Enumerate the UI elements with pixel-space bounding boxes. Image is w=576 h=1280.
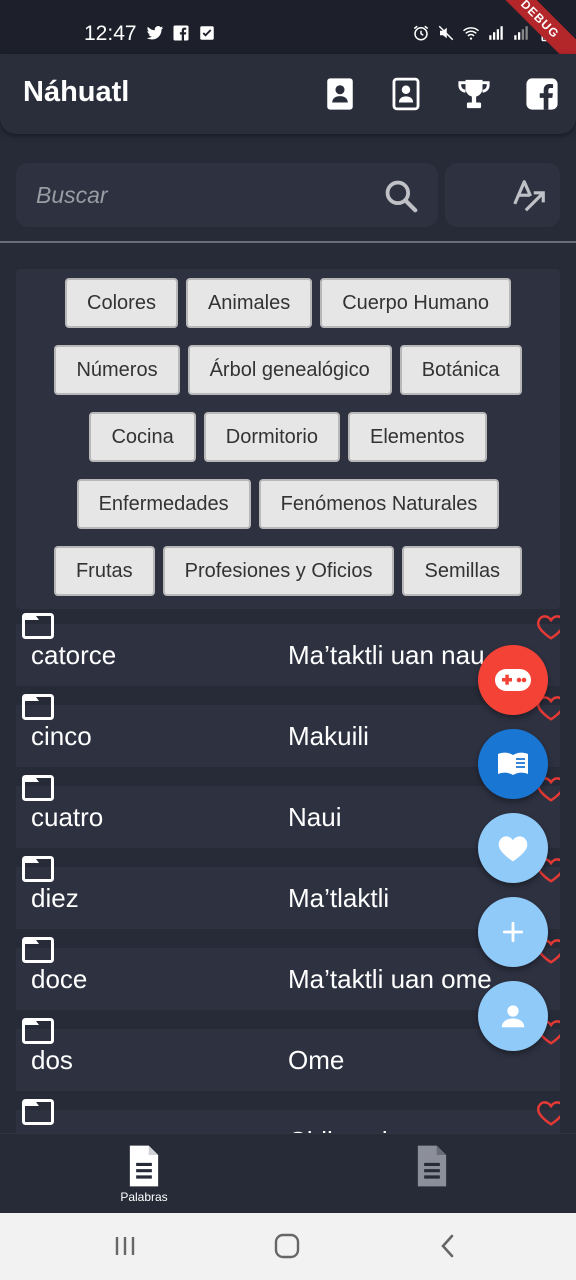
folder-icon[interactable]	[22, 694, 54, 720]
app-bar: Náhuatl	[0, 54, 576, 134]
book-icon	[498, 752, 528, 775]
category-chip[interactable]: Frutas	[53, 546, 155, 596]
category-chip[interactable]: Cuerpo Humano	[320, 278, 511, 328]
plus-icon	[502, 921, 524, 943]
profile-fab[interactable]	[478, 981, 548, 1051]
contacts-book-outline-button[interactable]	[386, 74, 426, 114]
folder-icon[interactable]	[22, 1018, 54, 1044]
list-item[interactable]: diez Ma’tlaktli	[16, 850, 560, 931]
category-row: Enfermedades Fenómenos Naturales	[16, 479, 560, 529]
favorites-fab[interactable]	[478, 813, 548, 883]
word-nahuatl: Makuili	[288, 721, 369, 751]
check-box-icon	[200, 26, 214, 40]
app-title: Náhuatl	[23, 76, 130, 108]
word-nahuatl: Ome	[288, 1045, 345, 1075]
twitter-icon	[146, 26, 164, 40]
nav-item-second[interactable]	[372, 1144, 492, 1210]
translate-button[interactable]	[445, 163, 560, 227]
recents-icon[interactable]	[112, 1233, 138, 1259]
folder-icon[interactable]	[22, 856, 54, 882]
category-panel: Colores Animales Cuerpo Humano Números Á…	[16, 269, 560, 609]
category-chip[interactable]: Enfermedades	[76, 479, 251, 529]
status-bar: 12:47 DEBUG	[0, 0, 576, 77]
gamepad-icon	[495, 669, 531, 691]
contacts-book-icon	[327, 78, 353, 110]
list-item[interactable]: doce Ma’taktli uan ome	[16, 931, 560, 1012]
status-time: 12:47	[84, 22, 137, 45]
contacts-book-button[interactable]	[320, 74, 360, 114]
category-chip[interactable]: Fenómenos Naturales	[258, 479, 500, 529]
facebook-icon	[173, 25, 189, 41]
trophy-button[interactable]	[454, 74, 494, 114]
folder-icon[interactable]	[22, 1099, 54, 1125]
wifi-icon	[463, 27, 479, 40]
list-item[interactable]: Chikuesi	[16, 1093, 560, 1137]
alarm-icon	[413, 25, 429, 41]
folder-icon[interactable]	[22, 937, 54, 963]
person-icon	[501, 1005, 525, 1028]
search-icon[interactable]	[382, 177, 420, 215]
document-icon	[129, 1145, 159, 1187]
category-chip[interactable]: Dormitorio	[203, 412, 340, 462]
category-row: Cocina Dormitorio Elementos	[16, 412, 560, 462]
word-nahuatl: Naui	[288, 802, 342, 832]
translate-icon	[513, 180, 545, 212]
heart-outline-icon[interactable]	[536, 1099, 560, 1127]
search-input[interactable]	[36, 177, 366, 213]
word-spanish: dos	[31, 1045, 73, 1075]
document-icon	[417, 1145, 447, 1187]
category-chip[interactable]: Colores	[65, 278, 178, 328]
bottom-nav: Palabras	[0, 1133, 576, 1213]
divider	[0, 241, 576, 243]
category-chip[interactable]: Profesiones y Oficios	[162, 546, 395, 596]
heart-icon	[498, 836, 528, 862]
system-nav	[0, 1213, 576, 1280]
category-chip[interactable]: Elementos	[348, 412, 487, 462]
contacts-book-outline-icon	[392, 77, 420, 111]
signal-icon	[514, 26, 528, 40]
word-spanish: cuatro	[31, 802, 104, 832]
folder-icon[interactable]	[22, 775, 54, 801]
word-nahuatl: Ma’tlaktli	[288, 883, 390, 913]
category-chip[interactable]: Semillas	[402, 546, 523, 596]
folder-icon[interactable]	[22, 613, 54, 639]
word-spanish: catorce	[31, 640, 117, 670]
back-icon[interactable]	[437, 1233, 459, 1259]
category-chip[interactable]: Árbol genealógico	[187, 345, 392, 395]
word-spanish: cinco	[31, 721, 92, 751]
search-box	[16, 163, 438, 227]
word-nahuatl: Ma’taktli uan ome	[288, 964, 492, 994]
category-row: Frutas Profesiones y Oficios Semillas	[16, 546, 560, 596]
nav-label: Palabras	[120, 1190, 168, 1204]
mute-icon	[438, 25, 454, 41]
nav-item-palabras[interactable]: Palabras	[84, 1144, 204, 1210]
game-fab[interactable]	[478, 645, 548, 715]
word-spanish: doce	[31, 964, 88, 994]
category-chip[interactable]: Animales	[185, 278, 313, 328]
word-nahuatl: Ma’taktli uan nau	[288, 640, 485, 670]
category-chip[interactable]: Cocina	[89, 412, 196, 462]
category-chip[interactable]: Botánica	[399, 345, 522, 395]
category-row: Colores Animales Cuerpo Humano	[16, 278, 560, 328]
category-chip[interactable]: Números	[54, 345, 180, 395]
facebook-icon	[526, 78, 558, 110]
facebook-button[interactable]	[522, 74, 562, 114]
add-fab[interactable]	[478, 897, 548, 967]
status-left-icons	[146, 24, 216, 42]
word-spanish: diez	[31, 883, 79, 913]
category-row: Números Árbol genealógico Botánica	[16, 345, 560, 395]
home-icon[interactable]	[273, 1233, 301, 1259]
dictionary-fab[interactable]	[478, 729, 548, 799]
signal-icon	[489, 26, 503, 40]
heart-outline-icon[interactable]	[536, 613, 560, 641]
trophy-icon	[458, 79, 490, 109]
